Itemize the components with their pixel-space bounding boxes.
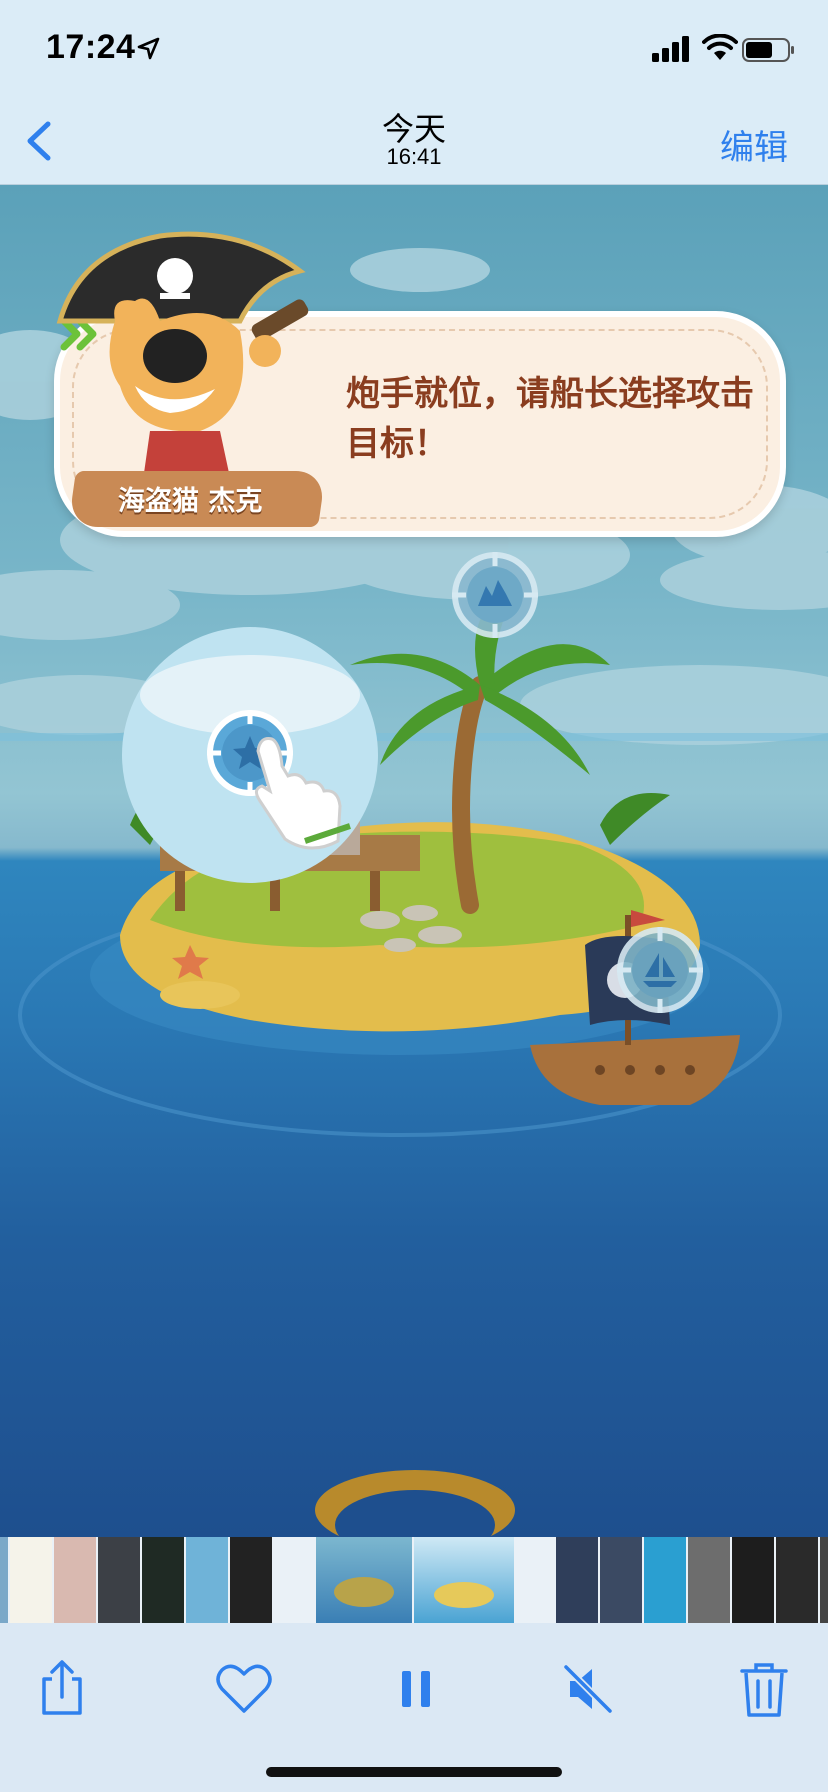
wifi-icon bbox=[702, 34, 738, 60]
status-time: 17:24 bbox=[46, 28, 136, 66]
pointer-hand-icon bbox=[255, 737, 351, 850]
battery-icon bbox=[742, 38, 794, 62]
status-bar: 17:24 bbox=[0, 0, 828, 98]
crosshair-icon bbox=[452, 552, 538, 638]
filmstrip-thumb[interactable] bbox=[142, 1537, 184, 1623]
pirate-cat-avatar bbox=[56, 231, 309, 501]
edit-button[interactable]: 编辑 bbox=[720, 120, 788, 169]
filmstrip-thumb[interactable] bbox=[556, 1537, 598, 1623]
filmstrip[interactable] bbox=[0, 1537, 828, 1623]
filmstrip-thumb[interactable] bbox=[776, 1537, 818, 1623]
filmstrip-thumb[interactable] bbox=[186, 1537, 228, 1623]
filmstrip-thumb[interactable] bbox=[414, 1537, 514, 1623]
pause-icon[interactable] bbox=[384, 1657, 448, 1721]
mountain-target[interactable] bbox=[450, 550, 540, 640]
video-frame[interactable]: 炮手就位，请船长选择攻击目标！ 海盗猫 杰克 bbox=[0, 185, 828, 1537]
filmstrip-thumb[interactable] bbox=[230, 1537, 272, 1623]
filmstrip-thumb-selected[interactable] bbox=[316, 1537, 412, 1623]
dialog-text: 炮手就位，请船长选择攻击目标！ bbox=[346, 374, 754, 464]
filmstrip-thumb[interactable] bbox=[98, 1537, 140, 1623]
location-arrow-icon bbox=[137, 37, 160, 60]
crosshair-icon bbox=[617, 927, 703, 1013]
bottom-toolbar bbox=[0, 1623, 828, 1792]
mute-icon[interactable] bbox=[556, 1657, 620, 1721]
filmstrip-thumb[interactable] bbox=[688, 1537, 730, 1623]
heart-icon[interactable] bbox=[212, 1657, 276, 1721]
boat-target[interactable] bbox=[615, 925, 705, 1015]
filmstrip-thumb[interactable] bbox=[10, 1537, 52, 1623]
filmstrip-thumb[interactable] bbox=[54, 1537, 96, 1623]
trash-icon[interactable] bbox=[732, 1657, 796, 1721]
nav-bar: 今天 16:41 编辑 bbox=[0, 98, 828, 185]
speaker-name: 海盗猫 杰克 bbox=[118, 486, 263, 517]
home-indicator bbox=[266, 1767, 562, 1777]
filmstrip-thumb[interactable] bbox=[600, 1537, 642, 1623]
filmstrip-thumb[interactable] bbox=[644, 1537, 686, 1623]
cellular-signal-icon bbox=[652, 36, 689, 62]
page-subtitle: 16:41 bbox=[386, 144, 442, 169]
filmstrip-thumb[interactable] bbox=[0, 1537, 8, 1623]
filmstrip-thumb[interactable] bbox=[820, 1537, 828, 1623]
share-icon[interactable] bbox=[30, 1657, 94, 1721]
filmstrip-thumb[interactable] bbox=[732, 1537, 774, 1623]
